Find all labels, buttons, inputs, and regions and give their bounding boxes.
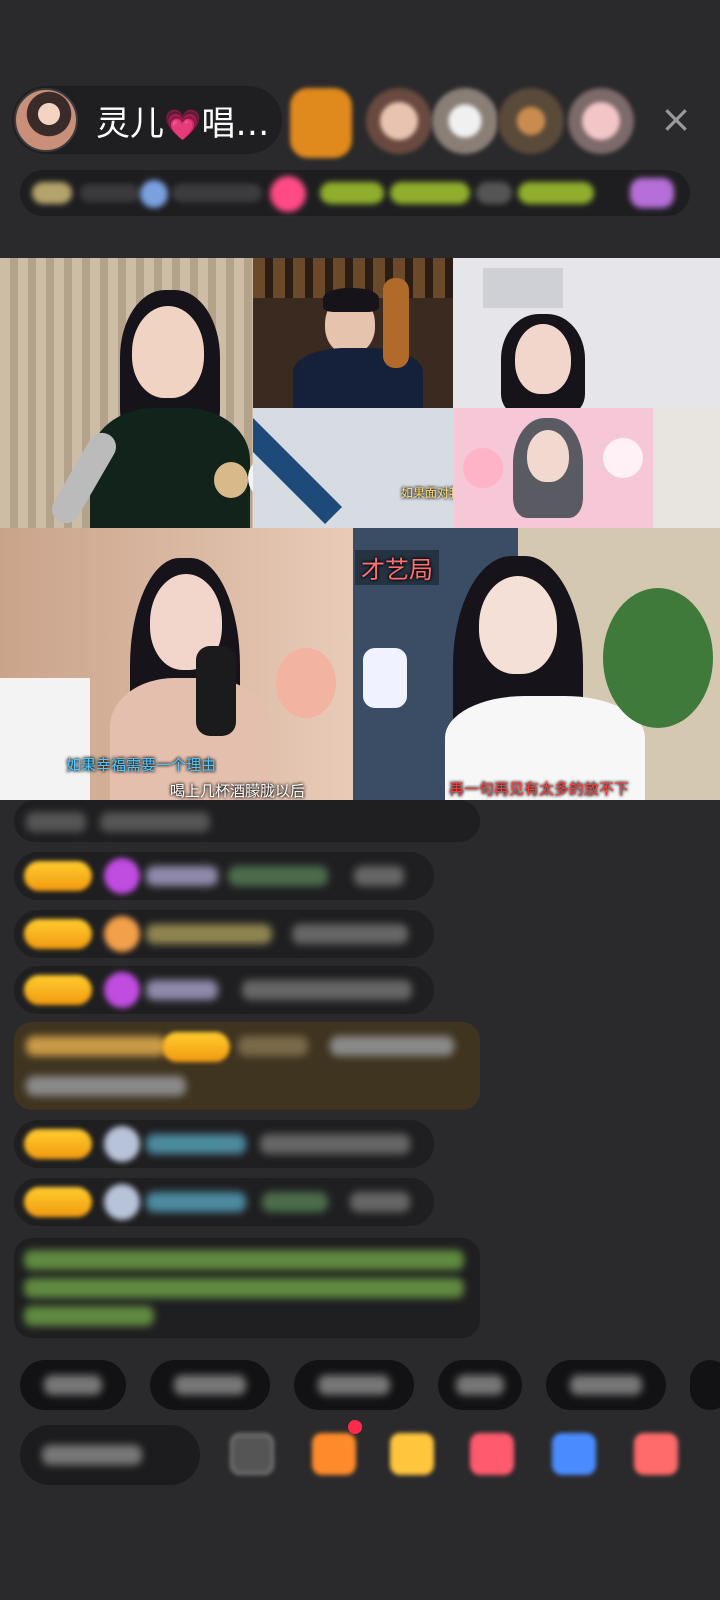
chat-message[interactable] xyxy=(14,1120,434,1168)
chat-message[interactable] xyxy=(14,1178,434,1226)
stream-tile[interactable]: 才艺局 再一句再见有太多的放不下 xyxy=(353,528,720,800)
stream-caption: 如果幸福需要一个理由 xyxy=(66,756,217,774)
host-info-pill[interactable]: 灵儿💗唱… xyxy=(12,86,282,154)
notification-dot xyxy=(348,1420,362,1434)
stream-tile[interactable] xyxy=(453,408,653,528)
stream-tile[interactable]: 如果面对我 xyxy=(253,408,453,528)
viewer-avatar[interactable] xyxy=(290,88,352,158)
quick-reply-chip[interactable] xyxy=(546,1360,666,1410)
chat-input[interactable] xyxy=(20,1425,200,1485)
gift-box-icon[interactable] xyxy=(312,1433,356,1475)
stream-tile[interactable] xyxy=(653,408,720,528)
stream-tag-bar[interactable] xyxy=(20,170,690,216)
chat-message[interactable] xyxy=(14,852,434,900)
chat-message[interactable] xyxy=(14,910,434,958)
viewer-avatar[interactable] xyxy=(432,88,498,154)
chat-message[interactable] xyxy=(14,966,434,1014)
quick-reply-chip[interactable] xyxy=(20,1360,126,1410)
stream-caption: 再一句再见有太多的放不下 xyxy=(449,780,630,798)
host-avatar[interactable] xyxy=(14,88,78,152)
gift-icon[interactable] xyxy=(390,1433,434,1475)
quick-reply-chip[interactable] xyxy=(438,1360,522,1410)
stream-tile[interactable] xyxy=(0,258,253,528)
multi-stream-grid: 如果面对我 如果幸福需要一个理由 喝上几杯酒朦胧以后 才艺局 再一句再见有太多的… xyxy=(0,258,720,800)
stream-caption: 喝上几杯酒朦胧以后 xyxy=(170,782,306,800)
system-notice xyxy=(14,1238,480,1338)
viewer-avatar[interactable] xyxy=(366,88,432,154)
more-gift-icon[interactable] xyxy=(634,1433,678,1475)
viewer-avatar[interactable] xyxy=(498,88,564,154)
stream-label: 才艺局 xyxy=(355,550,439,585)
quick-reply-chip[interactable] xyxy=(690,1360,720,1410)
close-icon[interactable]: × xyxy=(655,98,697,140)
chat-message[interactable] xyxy=(14,800,480,842)
quick-reply-chip[interactable] xyxy=(150,1360,270,1410)
quick-reply-chip[interactable] xyxy=(294,1360,414,1410)
stream-tile[interactable] xyxy=(453,258,720,408)
stream-tile[interactable] xyxy=(253,258,453,408)
chat-message[interactable] xyxy=(14,1022,480,1110)
game-icon[interactable] xyxy=(552,1433,596,1475)
share-icon[interactable] xyxy=(230,1433,274,1475)
viewer-avatar[interactable] xyxy=(568,88,634,154)
host-name: 灵儿💗唱… xyxy=(96,103,270,144)
heart-icon: 💗 xyxy=(164,107,202,143)
heart-gift-icon[interactable] xyxy=(470,1433,514,1475)
stream-caption: 如果面对我 xyxy=(401,486,453,500)
stream-tile[interactable]: 如果幸福需要一个理由 喝上几杯酒朦胧以后 xyxy=(0,528,353,800)
